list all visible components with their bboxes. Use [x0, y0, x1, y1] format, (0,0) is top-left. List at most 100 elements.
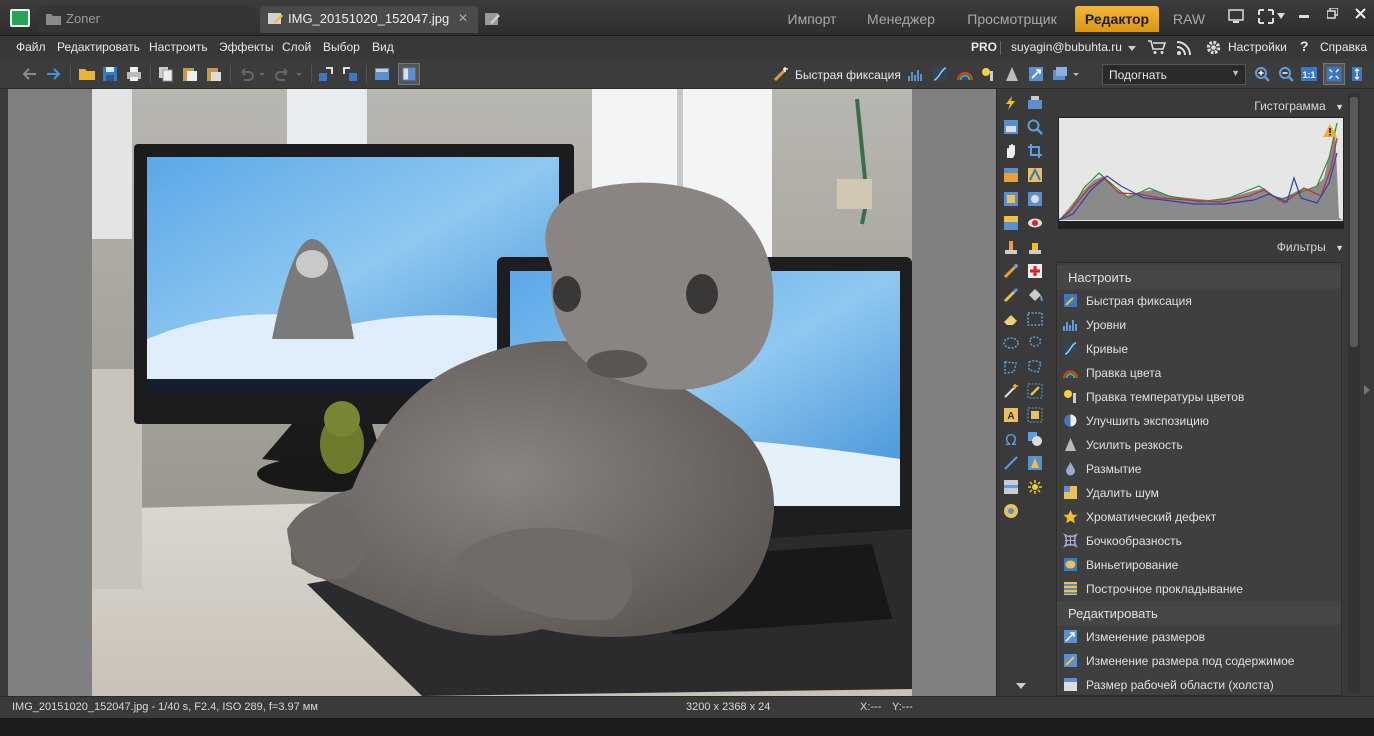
menu-adjust[interactable]: Настроить [149, 40, 208, 54]
filter-vignetting[interactable]: Виньетирование [1057, 553, 1341, 577]
menu-effects[interactable]: Эффекты [219, 40, 274, 54]
chevron-down-icon[interactable] [1277, 13, 1285, 19]
selection-brush-tool-icon[interactable] [1027, 383, 1043, 399]
forward-arrow-icon[interactable] [45, 66, 61, 82]
new-tab-button[interactable] [480, 6, 506, 33]
zoom-fit-select[interactable]: Подогнать ▼ [1102, 64, 1246, 85]
filter-blur[interactable]: Размытие [1057, 457, 1341, 481]
rss-icon[interactable] [1177, 40, 1192, 55]
paste-icon[interactable] [182, 66, 198, 82]
batch-icon[interactable] [1052, 66, 1068, 82]
help-icon[interactable]: ? [1300, 38, 1309, 54]
module-viewer[interactable]: Просмотрщик [954, 6, 1070, 32]
filter-resize[interactable]: Изменение размеров [1057, 625, 1341, 649]
redo-icon[interactable] [275, 66, 291, 82]
fullscreen-icon[interactable] [1258, 9, 1274, 24]
save-icon[interactable] [102, 66, 118, 82]
menu-file[interactable]: Файл [16, 40, 46, 54]
account-email[interactable]: suyagin@bubuhta.ru [1011, 40, 1122, 54]
menu-select[interactable]: Выбор [323, 40, 360, 54]
monitor-icon[interactable] [1228, 9, 1244, 24]
clone-stamp-tool-icon[interactable] [1003, 239, 1019, 255]
module-import[interactable]: Импорт [776, 6, 848, 32]
zoner-logo-icon[interactable] [10, 9, 30, 27]
light-effect-tool-icon[interactable] [1027, 479, 1043, 495]
menu-edit[interactable]: Редактировать [57, 40, 140, 54]
fit-to-window-icon[interactable] [1323, 63, 1345, 85]
red-eye-tool-icon[interactable] [1027, 215, 1043, 231]
gradient-tool-icon[interactable] [1003, 479, 1019, 495]
symbol-tool-icon[interactable]: Ω [1003, 431, 1019, 447]
zoom-tool-icon[interactable] [1027, 119, 1043, 135]
scrollbar-thumb[interactable] [1350, 97, 1358, 347]
module-manager[interactable]: Менеджер [858, 6, 944, 32]
rect-select-tool-icon[interactable] [1027, 311, 1043, 327]
close-tab-icon[interactable]: ✕ [458, 11, 468, 25]
filter-curves[interactable]: Кривые [1057, 337, 1341, 361]
filter-color-temperature[interactable]: Правка температуры цветов [1057, 385, 1341, 409]
settings-link[interactable]: Настройки [1228, 40, 1287, 54]
healing-tool-icon[interactable] [1027, 263, 1043, 279]
minimize-icon[interactable] [1299, 15, 1309, 18]
rotate-left-icon[interactable] [318, 66, 334, 82]
actual-size-icon[interactable]: 1:1 [1301, 66, 1317, 82]
filter-content-aware-resize[interactable]: Изменение размера под содержимое [1057, 649, 1341, 673]
filter-group-edit[interactable]: Редактировать [1057, 601, 1341, 625]
perspective-tool-icon[interactable] [1027, 167, 1043, 183]
panorama-tool-icon[interactable] [1003, 503, 1019, 519]
clipping-warning-icon[interactable] [1323, 124, 1337, 137]
curves-icon[interactable] [932, 66, 948, 82]
hand-tool-icon[interactable] [1003, 143, 1019, 159]
batch-tool-icon[interactable] [1027, 95, 1043, 111]
fill-tool-icon[interactable] [1027, 287, 1043, 303]
menu-layer[interactable]: Слой [282, 40, 311, 54]
filter-canvas-size[interactable]: Размер рабочей области (холста) [1057, 673, 1341, 697]
maximize-icon[interactable] [1327, 8, 1338, 19]
crop-tool-icon[interactable] [1027, 143, 1043, 159]
line-tool-icon[interactable] [1003, 455, 1019, 471]
selection-mask-tool-icon[interactable] [1027, 407, 1043, 423]
filter-remove-noise[interactable]: Удалить шум [1057, 481, 1341, 505]
back-arrow-icon[interactable] [22, 66, 38, 82]
text-tool-icon[interactable] [1027, 455, 1043, 471]
magic-wand-tool-icon[interactable] [1003, 383, 1019, 399]
zoom-out-icon[interactable] [1278, 66, 1294, 82]
open-folder-icon[interactable] [79, 66, 95, 82]
filters-header[interactable]: Фильтры ▼ [1277, 240, 1344, 254]
shapes-tool-icon[interactable] [1027, 431, 1043, 447]
undo-icon[interactable] [238, 66, 254, 82]
retouch-tool-icon[interactable] [1003, 263, 1019, 279]
copy-icon[interactable] [158, 66, 174, 82]
histogram-chart[interactable] [1058, 117, 1344, 229]
straighten-tool-icon[interactable] [1003, 167, 1019, 183]
cart-icon[interactable] [1148, 40, 1166, 55]
panel-collapse-arrow-icon[interactable] [1364, 385, 1370, 395]
tab-image-file[interactable]: IMG_20151020_152047.jpg ✕ [260, 6, 478, 33]
quick-fix-icon[interactable] [773, 66, 789, 82]
filter-improve-exposure[interactable]: Улучшить экспозицию [1057, 409, 1341, 433]
close-window-icon[interactable] [1355, 8, 1366, 19]
polygon-select-tool-icon[interactable] [1003, 359, 1019, 375]
gear-icon[interactable] [1205, 39, 1222, 56]
quick-fix-label[interactable]: Быстрая фиксация [795, 68, 901, 82]
layout-single-icon[interactable] [374, 66, 390, 82]
brush-tool-icon[interactable] [1003, 287, 1019, 303]
filter-barrel-distortion[interactable]: Бочкообразность [1057, 529, 1341, 553]
tools-scroll-down-icon[interactable] [1016, 683, 1026, 689]
color-correction-icon[interactable] [957, 66, 973, 82]
fit-height-icon[interactable] [1351, 66, 1363, 82]
filter-color-correction[interactable]: Правка цвета [1057, 361, 1341, 385]
filter-group-adjust[interactable]: Настроить [1057, 265, 1341, 289]
histogram-header[interactable]: Гистограмма ▼ [1254, 99, 1344, 113]
magnetic-lasso-tool-icon[interactable] [1027, 359, 1043, 375]
eraser-tool-icon[interactable] [1003, 311, 1019, 327]
select-object-tool-icon[interactable] [1027, 191, 1043, 207]
rotate-right-icon[interactable] [342, 66, 358, 82]
image-canvas[interactable] [8, 89, 996, 696]
menu-view[interactable]: Вид [372, 40, 394, 54]
redo-dropdown-icon[interactable] [295, 66, 303, 82]
lasso-tool-icon[interactable] [1027, 335, 1043, 351]
stamp-tool-icon[interactable] [1027, 239, 1043, 255]
quick-fix-tool-icon[interactable] [1003, 95, 1019, 111]
levels-tool-icon[interactable] [1003, 215, 1019, 231]
